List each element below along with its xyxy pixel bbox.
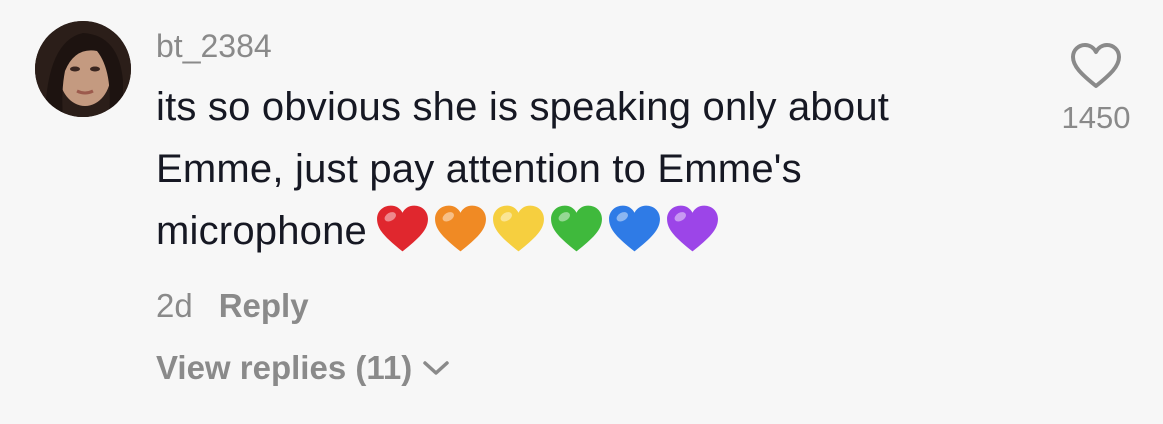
emoji-hearts xyxy=(375,204,723,272)
comment-text: its so obvious she is speaking only abou… xyxy=(156,76,996,272)
yellow-heart-icon xyxy=(493,205,544,252)
chevron-down-icon xyxy=(422,359,450,377)
view-replies-label: View replies (11) xyxy=(156,349,413,386)
comment-content: bt_2384 its so obvious she is speaking o… xyxy=(156,26,1016,326)
heart-outline-icon[interactable] xyxy=(1069,42,1123,90)
comment-meta: 2d Reply xyxy=(156,286,1016,326)
purple-heart-icon xyxy=(667,205,718,252)
comment-item: bt_2384 its so obvious she is speaking o… xyxy=(0,0,1163,424)
orange-heart-icon xyxy=(435,205,486,252)
red-heart-icon xyxy=(377,205,428,252)
username[interactable]: bt_2384 xyxy=(156,26,1016,66)
reply-button[interactable]: Reply xyxy=(219,286,309,326)
view-replies-button[interactable]: View replies (11) xyxy=(156,348,450,388)
like-count: 1450 xyxy=(1061,100,1131,135)
avatar[interactable] xyxy=(35,21,131,117)
avatar-image xyxy=(35,21,131,117)
blue-heart-icon xyxy=(609,205,660,252)
green-heart-icon xyxy=(551,205,602,252)
like-area: 1450 xyxy=(1050,42,1142,136)
comment-age: 2d xyxy=(156,287,193,324)
